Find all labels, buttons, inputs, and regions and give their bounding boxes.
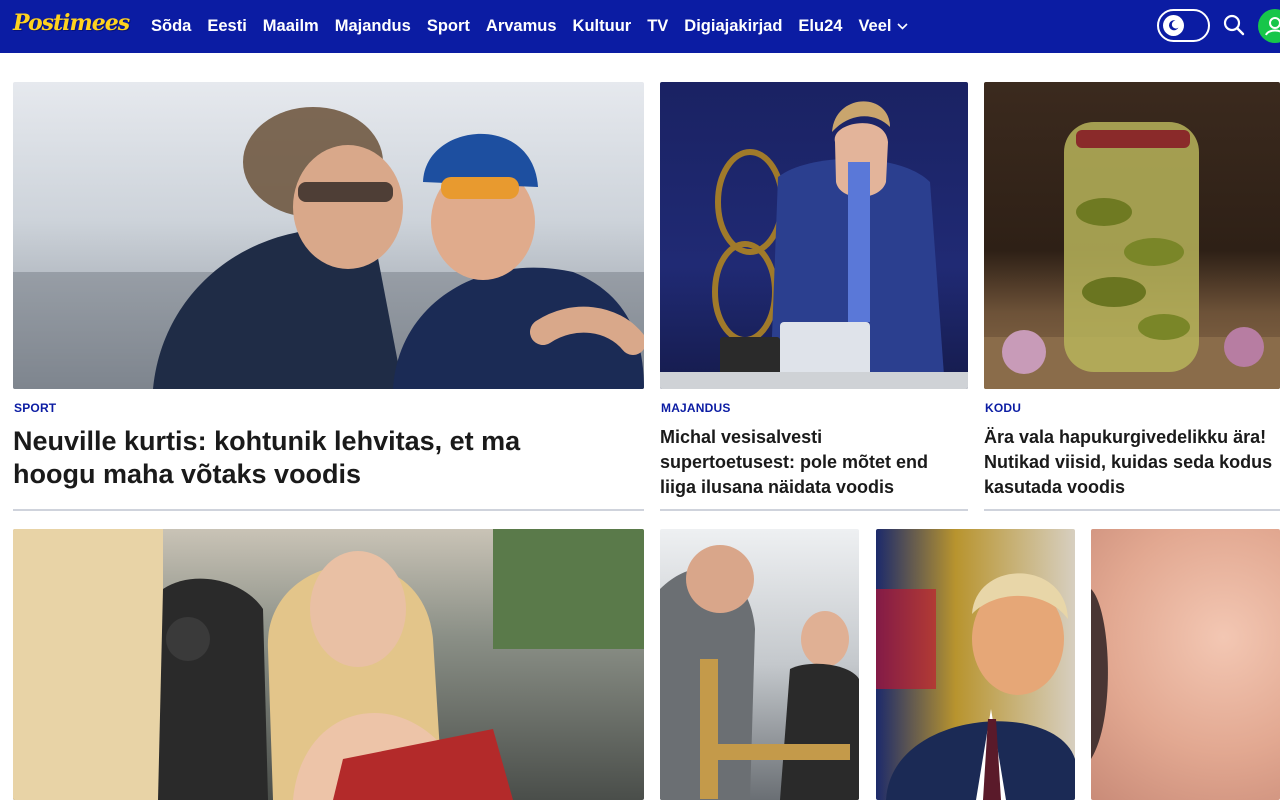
- article-headline[interactable]: Michal vesisalvesti supertoetusest: pole…: [660, 425, 960, 500]
- theme-toggle[interactable]: [1157, 9, 1210, 42]
- article-divider: [984, 509, 1280, 511]
- nav-item-majandus[interactable]: Majandus: [335, 17, 411, 36]
- nav-item-maailm[interactable]: Maailm: [263, 17, 319, 36]
- postimees-logo[interactable]: Postimees: [13, 10, 130, 36]
- nav-item-elu24[interactable]: Elu24: [798, 17, 842, 36]
- search-icon[interactable]: [1222, 13, 1246, 37]
- article-image-speaker[interactable]: [660, 82, 968, 389]
- nav-item-arvamus[interactable]: Arvamus: [486, 17, 557, 36]
- nav-more-menu[interactable]: Veel: [858, 17, 908, 36]
- article-category[interactable]: KODU: [985, 401, 1021, 415]
- nav-item-digiajakirjad[interactable]: Digiajakirjad: [684, 17, 782, 36]
- article-headline[interactable]: Ära vala hapukurgivedelikku ära! Nutikad…: [984, 425, 1276, 500]
- article-category[interactable]: SPORT: [14, 401, 56, 415]
- article-image-red-carpet[interactable]: [13, 529, 644, 800]
- nav-item-soda[interactable]: Sõda: [151, 17, 191, 36]
- article-divider: [13, 509, 644, 511]
- main-navigation: Sõda Eesti Maailm Majandus Sport Arvamus…: [151, 0, 924, 53]
- top-navigation-bar: Postimees Sõda Eesti Maailm Majandus Spo…: [0, 0, 1280, 53]
- article-image-politician[interactable]: [876, 529, 1075, 800]
- nav-item-tv[interactable]: TV: [647, 17, 668, 36]
- article-image-workers[interactable]: [660, 529, 859, 800]
- account-icon[interactable]: [1258, 9, 1280, 43]
- moon-icon: [1163, 15, 1184, 36]
- article-image-pickles[interactable]: [984, 82, 1280, 389]
- chevron-down-icon: [896, 23, 908, 30]
- article-divider: [660, 509, 968, 511]
- nav-more-label: Veel: [858, 17, 892, 35]
- article-category[interactable]: MAJANDUS: [661, 401, 731, 415]
- article-headline[interactable]: Neuville kurtis: kohtunik lehvitas, et m…: [13, 425, 603, 491]
- nav-item-kultuur[interactable]: Kultuur: [573, 17, 632, 36]
- nav-item-eesti[interactable]: Eesti: [207, 17, 246, 36]
- article-image-skin[interactable]: [1091, 529, 1280, 800]
- article-image-rally[interactable]: [13, 82, 644, 389]
- nav-item-sport[interactable]: Sport: [427, 17, 470, 36]
